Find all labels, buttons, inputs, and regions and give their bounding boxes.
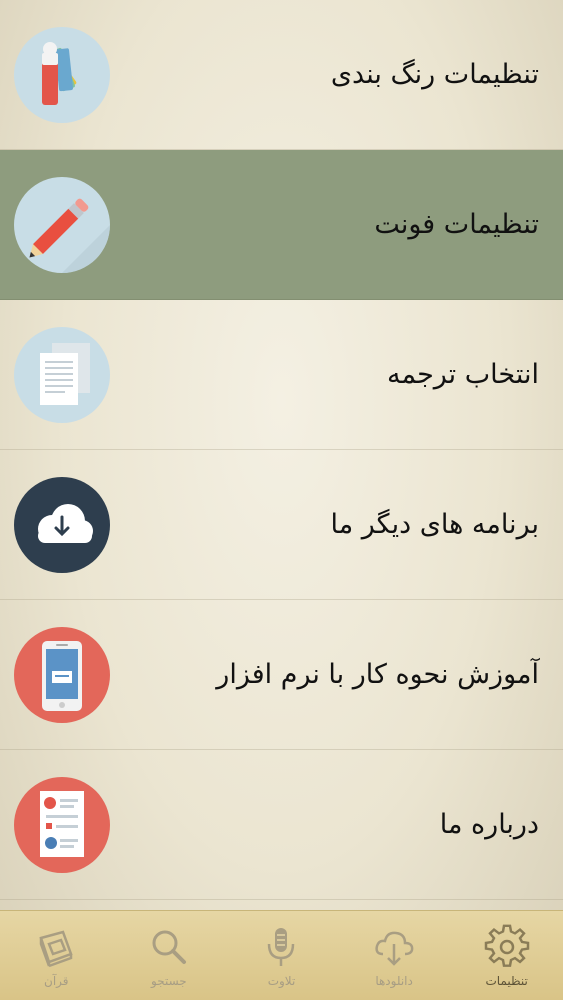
pencil-icon <box>14 176 110 273</box>
tab-quran[interactable]: قرآن <box>0 911 113 1000</box>
menu-item-font-settings[interactable]: تنظیمات فونت <box>0 150 563 300</box>
menu-item-label: تنظیمات فونت <box>374 209 539 240</box>
menu-item-color-settings[interactable]: تنظیمات رنگ بندی <box>0 0 563 150</box>
tab-label: جستجو <box>151 973 187 988</box>
menu-item-label: برنامه های دیگر ما <box>330 509 539 540</box>
tab-settings[interactable]: تنظیمات <box>450 911 563 1000</box>
report-document-icon <box>14 776 110 873</box>
menu-item-tutorial[interactable]: آموزش نحوه کار با نرم افزار <box>0 600 563 750</box>
tab-label: قرآن <box>44 973 69 988</box>
microphone-icon <box>268 927 295 966</box>
phone-tutorial-icon <box>14 626 110 723</box>
cloud-download-icon <box>375 931 414 966</box>
menu-item-label: انتخاب ترجمه <box>386 359 539 390</box>
menu-item-label: تنظیمات رنگ بندی <box>330 59 539 90</box>
bottom-tab-bar: قرآن جستجو تلاوت دانلودها تنظیمات <box>0 910 563 1000</box>
tab-label: تلاوت <box>267 973 296 988</box>
book-icon <box>39 929 73 967</box>
search-icon <box>152 930 186 964</box>
cloud-download-icon <box>14 476 110 573</box>
tab-downloads[interactable]: دانلودها <box>338 911 451 1000</box>
documents-icon <box>14 326 110 423</box>
menu-item-label: درباره ما <box>439 809 539 840</box>
menu-item-translation[interactable]: انتخاب ترجمه <box>0 300 563 450</box>
gear-icon <box>484 924 529 967</box>
tab-recitation[interactable]: تلاوت <box>225 911 338 1000</box>
tab-label: دانلودها <box>375 973 413 988</box>
menu-item-about[interactable]: درباره ما <box>0 750 563 900</box>
menu-item-label: آموزش نحوه کار با نرم افزار <box>216 659 539 690</box>
settings-menu: تنظیمات رنگ بندی تنظیمات فونت انتخاب ترج… <box>0 0 563 910</box>
tab-search[interactable]: جستجو <box>113 911 226 1000</box>
menu-item-other-apps[interactable]: برنامه های دیگر ما <box>0 450 563 600</box>
tab-label: تنظیمات <box>485 973 528 988</box>
color-palette-icon <box>14 26 110 123</box>
